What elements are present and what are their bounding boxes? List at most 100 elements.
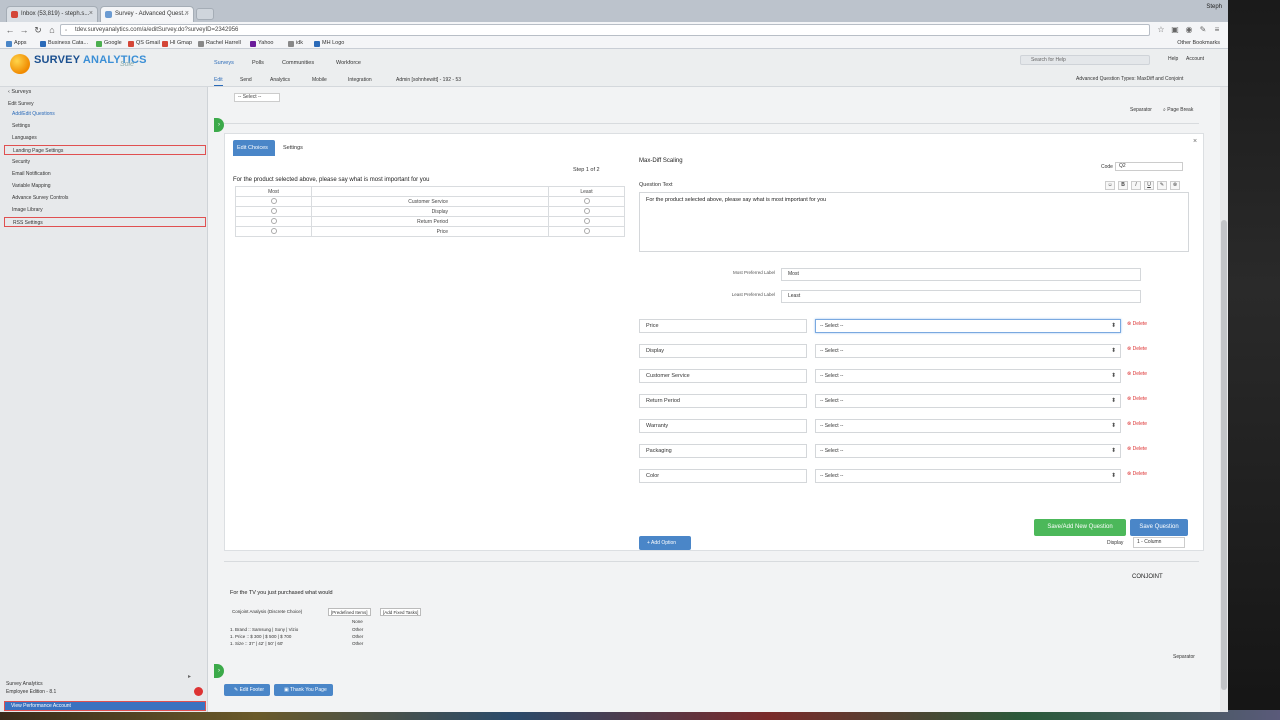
- bold-button[interactable]: B: [1118, 181, 1128, 190]
- least-preferred-input[interactable]: Least: [781, 290, 1141, 303]
- sidebar-item-email-notification[interactable]: Email Notification: [4, 169, 206, 179]
- bookmark-idk[interactable]: idk: [288, 39, 303, 48]
- italic-button[interactable]: I: [1131, 181, 1141, 190]
- sidebar-item-security[interactable]: Security: [4, 157, 206, 167]
- subnav-integration[interactable]: Integration: [348, 75, 372, 85]
- home-icon[interactable]: ⌂: [46, 24, 58, 36]
- forward-icon[interactable]: →: [18, 24, 30, 36]
- insert-question-button[interactable]: ›: [214, 664, 224, 678]
- chevron-right-icon[interactable]: ▸: [188, 673, 191, 680]
- delete-option-button[interactable]: ⊗ Delete: [1127, 396, 1147, 402]
- subnav-send[interactable]: Send: [240, 75, 252, 85]
- help-search-input[interactable]: Search for Help: [1020, 55, 1150, 65]
- insert-question-button[interactable]: ›: [214, 118, 224, 132]
- window-user[interactable]: Steph: [1206, 4, 1222, 10]
- sidebar-item-landing-page[interactable]: Landing Page Settings: [4, 145, 206, 155]
- back-to-surveys[interactable]: ‹ Surveys: [8, 89, 31, 95]
- nav-polls[interactable]: Polls: [252, 57, 264, 69]
- address-bar[interactable]: ▫ tdev.surveyanalytics.com/a/editSurvey.…: [60, 24, 1150, 36]
- close-icon[interactable]: ×: [89, 7, 93, 21]
- delete-option-button[interactable]: ⊗ Delete: [1127, 321, 1147, 327]
- radio-most[interactable]: [270, 208, 277, 215]
- bookmark-business[interactable]: Business Cata...: [40, 39, 88, 48]
- close-icon[interactable]: ×: [185, 7, 189, 21]
- sidebar-item-settings[interactable]: Settings: [4, 121, 206, 131]
- thank-you-page-button[interactable]: ▣ Thank You Page: [274, 684, 333, 696]
- option-name-input[interactable]: Return Period: [639, 394, 807, 408]
- columns-select[interactable]: 1 - Column: [1133, 537, 1185, 548]
- menu-icon[interactable]: ≡: [1212, 25, 1222, 35]
- extension-icon[interactable]: ◉: [1184, 25, 1194, 35]
- delete-option-button[interactable]: ⊗ Delete: [1127, 346, 1147, 352]
- save-add-new-question-button[interactable]: Save/Add New Question: [1034, 519, 1126, 536]
- new-tab-button[interactable]: [196, 8, 214, 20]
- delete-option-button[interactable]: ⊗ Delete: [1127, 446, 1147, 452]
- bookmark-qs-gmail[interactable]: QS Gmail: [128, 39, 160, 48]
- option-select[interactable]: -- Select -- ⬍: [815, 469, 1121, 483]
- tab-predefined-items[interactable]: [Predefined Items]: [328, 608, 371, 616]
- radio-least[interactable]: [583, 198, 590, 205]
- edit-footer-button[interactable]: ✎ Edit Footer: [224, 684, 271, 696]
- bookmark-rachel[interactable]: Rachel Harrell: [198, 39, 241, 48]
- sidebar-item-add-edit-questions[interactable]: Add/Edit Questions: [4, 109, 206, 119]
- option-name-input[interactable]: Display: [639, 344, 807, 358]
- bookmark-mh-logo[interactable]: MH Logo: [314, 39, 344, 48]
- tab-inbox[interactable]: Inbox (53,819) - steph.s... ×: [6, 6, 98, 22]
- scrollbar-thumb[interactable]: [1221, 220, 1227, 690]
- code-input[interactable]: Q2: [1115, 162, 1183, 171]
- option-name-input[interactable]: Color: [639, 469, 807, 483]
- bookmark-apps[interactable]: Apps: [6, 39, 27, 48]
- tab-survey[interactable]: Survey - Advanced Quest... ×: [100, 6, 194, 22]
- nav-surveys[interactable]: Surveys: [214, 57, 234, 69]
- close-icon[interactable]: ×: [1193, 138, 1197, 145]
- performance-account-button[interactable]: View Performance Account: [4, 701, 206, 711]
- delete-option-button[interactable]: ⊗ Delete: [1127, 421, 1147, 427]
- radio-most[interactable]: [270, 228, 277, 235]
- radio-most[interactable]: [270, 218, 277, 225]
- separator-link[interactable]: Separator: [1130, 107, 1152, 113]
- most-preferred-input[interactable]: Most: [781, 268, 1141, 281]
- back-icon[interactable]: ←: [4, 24, 16, 36]
- nav-communities[interactable]: Communities: [282, 57, 314, 69]
- radio-least[interactable]: [583, 218, 590, 225]
- option-name-input[interactable]: Customer Service: [639, 369, 807, 383]
- tab-edit-choices[interactable]: Edit Choices: [233, 140, 275, 156]
- radio-least[interactable]: [583, 208, 590, 215]
- sidebar-item-image-library[interactable]: Image Library: [4, 205, 206, 215]
- logo[interactable]: SURVEY ANALYTICS Sole: [10, 52, 160, 74]
- option-select[interactable]: -- Select -- ⬍: [815, 444, 1121, 458]
- emoji-icon[interactable]: ☺: [1105, 181, 1115, 190]
- extension-icon[interactable]: ✎: [1198, 25, 1208, 35]
- add-option-button[interactable]: + Add Option: [639, 536, 691, 550]
- sidebar-item-rss-settings[interactable]: RSS Settings: [4, 217, 206, 227]
- separator-link[interactable]: Separator: [1173, 654, 1195, 660]
- bookmark-hi-gmap[interactable]: HI Gmap: [162, 39, 192, 48]
- star-icon[interactable]: ☆: [1156, 25, 1166, 35]
- subnav-edit[interactable]: Edit: [214, 75, 223, 86]
- account-link[interactable]: Account: [1186, 56, 1204, 62]
- delete-option-button[interactable]: ⊗ Delete: [1127, 471, 1147, 477]
- sidebar-item-advance-controls[interactable]: Advance Survey Controls: [4, 193, 206, 203]
- advanced-types-link[interactable]: Advanced Question Types: MaxDiff and Con…: [1076, 76, 1183, 82]
- subnav-mobile[interactable]: Mobile: [312, 75, 327, 85]
- underline-button[interactable]: U: [1144, 181, 1154, 190]
- question-text-area[interactable]: For the product selected above, please s…: [639, 192, 1189, 252]
- tab-settings[interactable]: Settings: [279, 140, 307, 156]
- pencil-icon[interactable]: ✎: [1157, 181, 1167, 190]
- clear-format-icon[interactable]: ⊗: [1170, 181, 1180, 190]
- nav-workforce[interactable]: Workforce: [336, 57, 361, 69]
- bookmark-google[interactable]: Google: [96, 39, 122, 48]
- subnav-admin[interactable]: Admin [sohnhewitt] - 192 - 53: [396, 75, 461, 85]
- other-bookmarks[interactable]: Other Bookmarks: [1177, 39, 1220, 48]
- option-select[interactable]: -- Select -- ⬍: [815, 419, 1121, 433]
- save-question-button[interactable]: Save Question: [1130, 519, 1188, 536]
- tab-conjoint-analysis[interactable]: Conjoint Analysis (Discrete Choice): [230, 608, 304, 616]
- extension-icon[interactable]: ▣: [1170, 25, 1180, 35]
- option-name-input[interactable]: Packaging: [639, 444, 807, 458]
- option-select[interactable]: -- Select -- ⬍: [815, 394, 1121, 408]
- option-name-input[interactable]: Warranty: [639, 419, 807, 433]
- page-break-link[interactable]: ⌕ Page Break: [1163, 107, 1193, 113]
- sidebar-item-variable-mapping[interactable]: Variable Mapping: [4, 181, 206, 191]
- subnav-analytics[interactable]: Analytics: [270, 75, 290, 85]
- reload-icon[interactable]: ↻: [32, 24, 44, 36]
